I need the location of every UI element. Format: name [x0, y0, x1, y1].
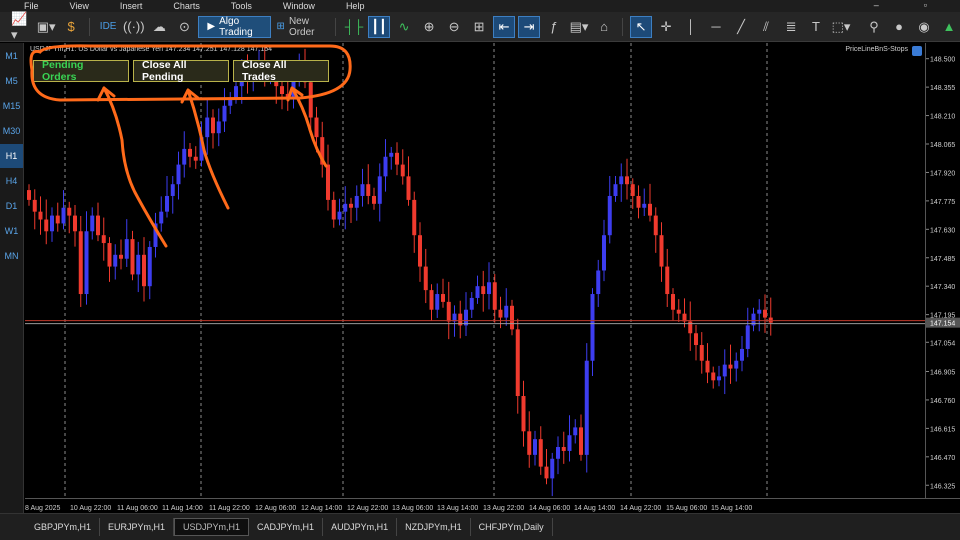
annotation-arrow-close-pending: [180, 88, 230, 210]
tab-cadjpym-h1[interactable]: CADJPYm,H1: [249, 518, 324, 536]
tab-gbpjpym-h1[interactable]: GBPJPYm,H1: [26, 518, 101, 536]
tab-audjpym-h1[interactable]: AUDJPYm,H1: [323, 518, 398, 536]
tab-chfjpym-daily[interactable]: CHFJPYm,Daily: [471, 518, 553, 536]
tab-eurjpym-h1[interactable]: EURJPYm,H1: [100, 518, 175, 536]
annotation-arrow-close-trades: [286, 86, 328, 168]
annotation-overlay: [29, 44, 352, 248]
annotation-arrow-pending: [96, 86, 168, 248]
chart-tabs: GBPJPYm,H1 EURJPYm,H1 USDJPYm,H1 CADJPYm,H1…: [0, 513, 960, 540]
tab-nzdjpym-h1[interactable]: NZDJPYm,H1: [397, 518, 471, 536]
tab-usdjpym-h1[interactable]: USDJPYm,H1: [174, 518, 250, 536]
